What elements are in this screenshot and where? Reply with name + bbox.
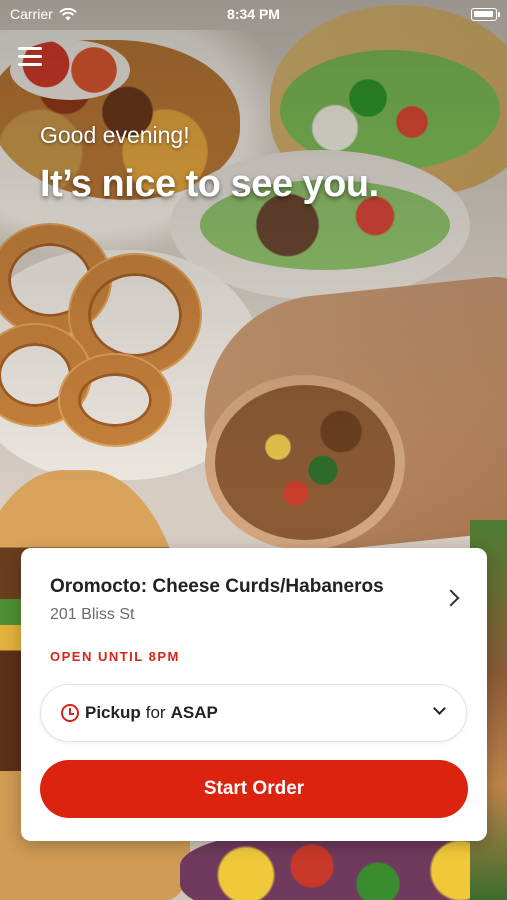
order-mode: Pickup	[85, 703, 141, 722]
page-title: It’s nice to see you.	[40, 163, 379, 205]
order-mode-connector: for	[145, 703, 166, 722]
hamburger-menu-icon[interactable]	[18, 47, 42, 67]
chevron-down-icon[interactable]	[433, 702, 446, 715]
open-status-badge: OPEN UNTIL 8PM	[50, 649, 180, 664]
clock-icon	[61, 704, 79, 722]
store-name: Oromocto: Cheese Curds/Habaneros	[50, 576, 384, 597]
pickup-time-dropdown[interactable]: Pickup for ASAP	[40, 684, 467, 742]
status-time: 8:34 PM	[227, 6, 280, 22]
store-card: Oromocto: Cheese Curds/Habaneros 201 Bli…	[21, 548, 487, 841]
greeting-text: Good evening!	[40, 122, 190, 148]
start-order-button[interactable]: Start Order	[40, 760, 468, 818]
status-bar: Carrier 8:34 PM	[0, 0, 507, 30]
store-selector[interactable]: Oromocto: Cheese Curds/Habaneros 201 Bli…	[50, 576, 467, 636]
battery-icon	[471, 8, 500, 21]
pickup-summary: Pickup for ASAP	[85, 703, 218, 723]
store-address: 201 Bliss St	[50, 606, 135, 623]
order-time: ASAP	[170, 703, 218, 722]
